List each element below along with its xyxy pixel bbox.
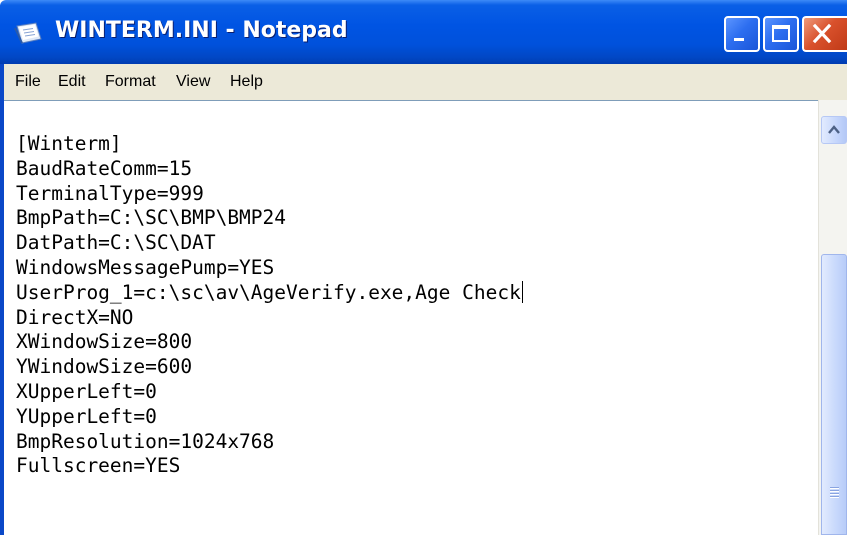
maximize-icon [772,25,790,42]
editor-line: BaudRateComm=15 [16,156,193,180]
close-icon [812,23,832,44]
chevron-up-icon [828,125,840,134]
editor-line-caret: UserProg_1=c:\sc\av\AgeVerify.exe,Age Ch… [16,280,523,306]
menu-format[interactable]: Format [105,73,156,91]
editor-line: XWindowSize=800 [16,330,193,354]
vertical-scrollbar[interactable] [818,100,847,535]
thumb-grip-line [830,493,839,494]
editor-line: WindowsMessagePump=YES [16,255,275,279]
scroll-thumb[interactable] [821,254,847,535]
editor-line: YUpperLeft=0 [16,404,157,428]
menu-bar: File Edit Format View Help [0,64,847,100]
editor-line: YWindowSize=600 [16,355,193,379]
title-bar[interactable]: WINTERM.INI - Notepad [0,0,847,64]
editor-line: [Winterm] [16,132,122,155]
scroll-up-button[interactable] [821,116,847,144]
thumb-grip-line [830,487,839,488]
menu-edit[interactable]: Edit [58,73,86,91]
editor-line: BmpPath=C:\SC\BMP\BMP24 [16,206,287,230]
editor-line: DatPath=C:\SC\DAT [16,231,216,255]
window-title: WINTERM.INI - Notepad [55,18,348,43]
editor-content[interactable]: [Winterm] BaudRateComm=15 TerminalType=999… [16,132,523,479]
minimize-icon [734,38,744,41]
editor-line: DirectX=NO [16,305,134,329]
editor-line: Fullscreen=YES [16,454,181,478]
text-caret [521,280,523,303]
minimize-button[interactable] [724,16,760,52]
editor-line: BmpResolution=1024x768 [16,429,275,453]
close-button[interactable] [802,16,847,52]
notepad-icon [14,22,44,44]
menu-help[interactable]: Help [230,73,263,91]
thumb-grip-line [830,496,839,497]
editor-line: XUpperLeft=0 [16,379,157,403]
editor-line: UserProg_1=c:\sc\av\AgeVerify.exe,Age Ch… [16,280,521,304]
maximize-button[interactable] [763,16,799,52]
editor-line: TerminalType=999 [16,181,204,205]
thumb-grip-line [830,490,839,491]
menu-file[interactable]: File [15,73,41,91]
menu-view[interactable]: View [176,73,210,91]
text-editor[interactable]: [Winterm] BaudRateComm=15 TerminalType=999… [4,100,818,535]
